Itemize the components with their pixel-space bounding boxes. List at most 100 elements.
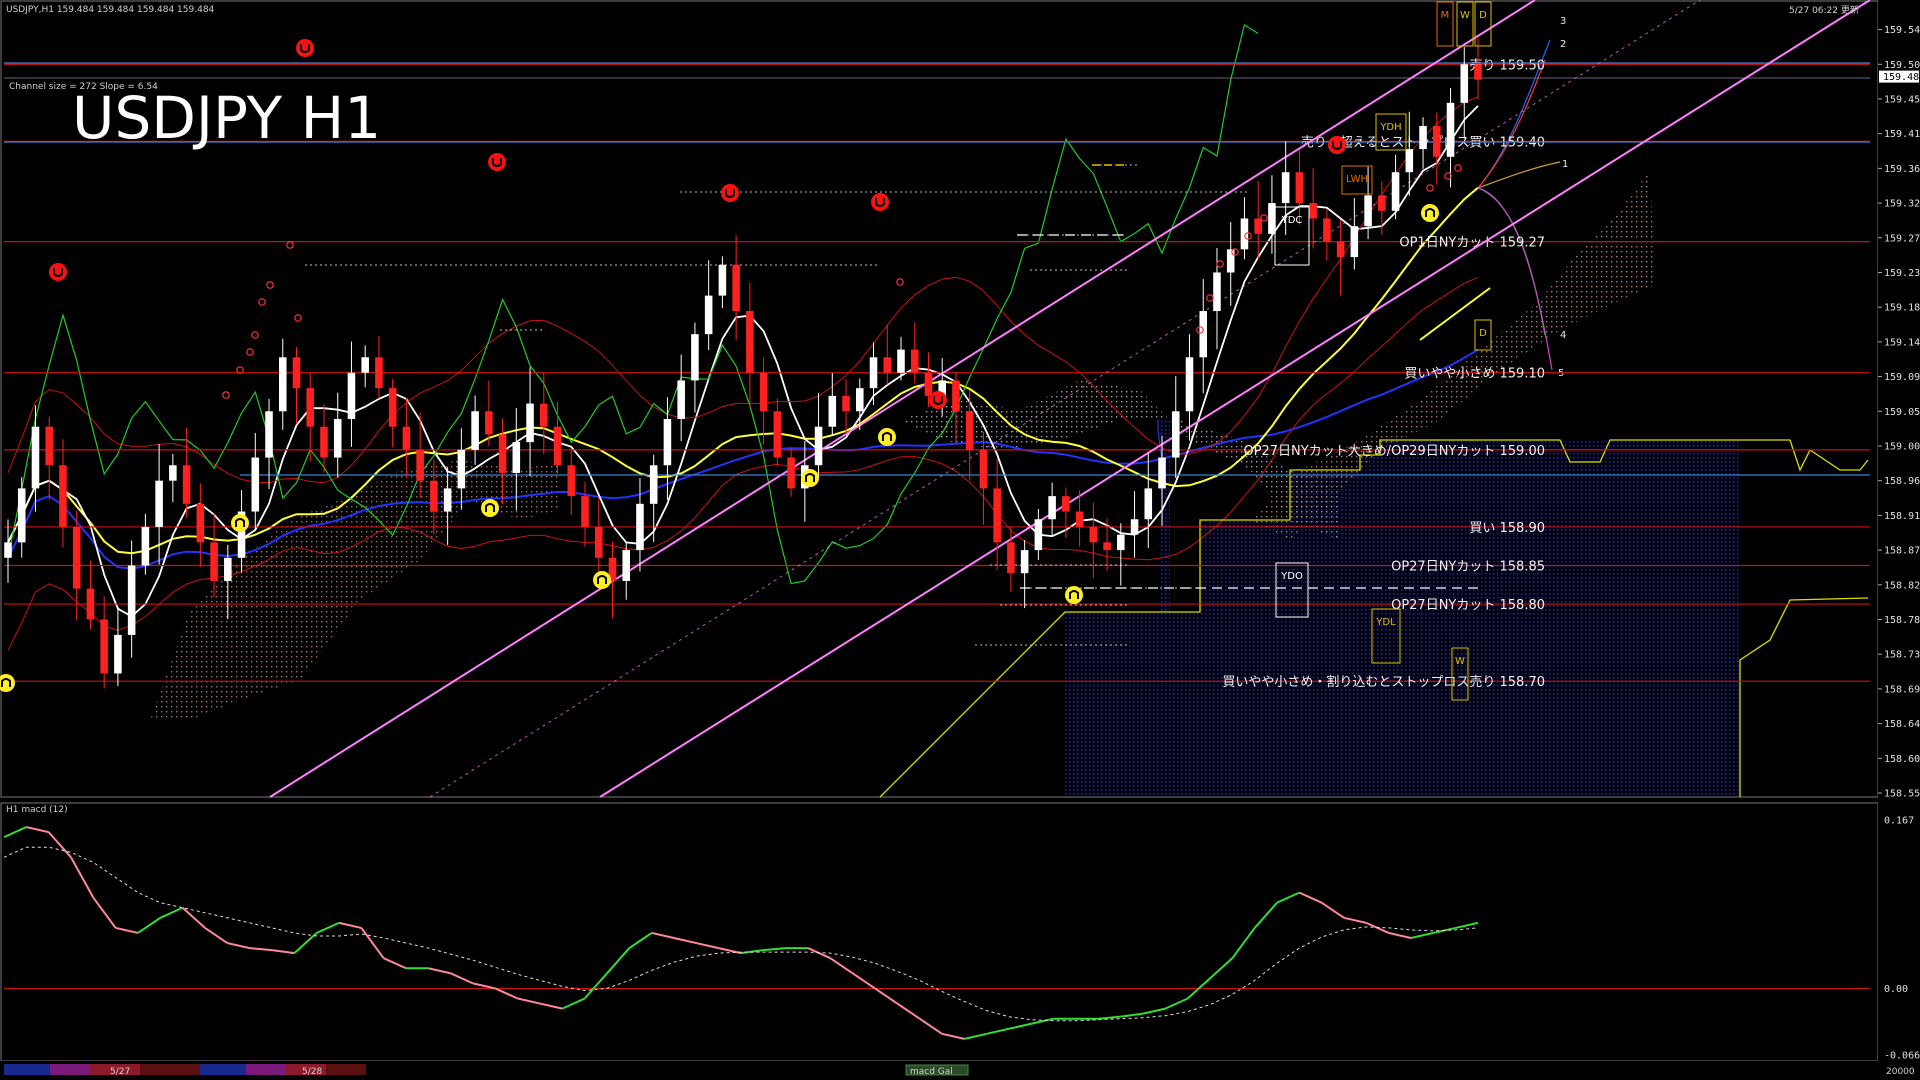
price-tick-label: 158.645 <box>1884 719 1920 730</box>
projection-label-3: 3 <box>1560 16 1566 27</box>
candle-body <box>704 295 713 335</box>
candle-body <box>1075 511 1084 527</box>
candle-body <box>1089 526 1098 543</box>
candle-body <box>952 380 960 412</box>
candle-body <box>1474 64 1482 80</box>
price-tick-label: 159.320 <box>1884 199 1920 210</box>
price-tick-label: 159.050 <box>1884 407 1920 418</box>
level-label-4: OP27日NYカット大きめ/OP29日NYカット 159.00 <box>1243 444 1545 459</box>
macd-tick-label: -0.066 <box>1884 1051 1920 1062</box>
candle-body <box>883 357 892 373</box>
candle-body <box>292 357 301 389</box>
bottom-bar: 5/27 5/28 macd Gal 20000 <box>0 1061 1920 1080</box>
price-tick-label: 159.410 <box>1884 129 1920 140</box>
candle-body <box>1336 241 1345 258</box>
candle-body <box>333 418 342 458</box>
price-tick-label: 158.735 <box>1884 650 1920 661</box>
price-axis-bg <box>1878 1 1919 797</box>
candle-body <box>114 634 122 674</box>
candle-body <box>1117 534 1125 551</box>
candle-body <box>897 349 905 373</box>
candle-body <box>869 357 878 389</box>
candle-body <box>375 357 383 389</box>
price-tick-label: 158.870 <box>1884 546 1920 557</box>
macd-panel <box>0 802 1879 1062</box>
candle-body <box>526 403 534 443</box>
candle-body <box>443 488 452 512</box>
price-tick-label: 158.780 <box>1884 615 1920 626</box>
price-tick-label: 159.275 <box>1884 233 1920 244</box>
box-label-m: M <box>1441 10 1450 21</box>
candle-body <box>828 395 837 427</box>
candle-body <box>1020 550 1029 574</box>
candle-body <box>45 426 53 466</box>
candle-body <box>4 542 12 558</box>
candle-body <box>402 426 411 450</box>
candle-body <box>1295 172 1304 204</box>
buy-signal-mark <box>481 499 499 517</box>
candle-body <box>1281 172 1290 204</box>
candle-body <box>1405 149 1414 173</box>
candle-body <box>965 411 974 450</box>
candle-body <box>485 411 493 435</box>
candle-body <box>814 426 823 466</box>
box-label-ydo: YDO <box>1280 571 1303 582</box>
candle-body <box>1144 488 1153 520</box>
projection-label-2: 2 <box>1560 39 1566 50</box>
candle-body <box>210 542 218 581</box>
price-tick-label: 158.555 <box>1884 789 1920 800</box>
price-tick-label: 158.915 <box>1884 511 1920 522</box>
candle-body <box>141 526 150 566</box>
box-label-w: W <box>1460 10 1470 21</box>
candle-body <box>1446 102 1455 157</box>
date-label-2: 5/28 <box>302 1067 322 1077</box>
candle-body <box>1240 218 1249 250</box>
candle-body <box>169 465 177 481</box>
candle-body <box>636 503 644 551</box>
candle-body <box>306 388 315 427</box>
box-label-d: D <box>1479 10 1487 21</box>
candle-body <box>924 372 933 396</box>
candle-body <box>361 357 369 373</box>
buy-signal-mark <box>878 428 896 446</box>
level-label-7: OP27日NYカット 158.80 <box>1391 598 1545 613</box>
candle-body <box>540 403 548 427</box>
candle-body <box>59 465 67 527</box>
candle-body <box>567 465 576 497</box>
candle-body <box>718 264 727 296</box>
candle-body <box>457 449 466 489</box>
candle-body <box>1391 172 1400 211</box>
candle-body <box>910 349 919 373</box>
sell-signal-mark <box>721 184 739 202</box>
candle-body <box>196 503 205 543</box>
candle-body <box>1130 519 1139 535</box>
candle-body <box>72 526 81 589</box>
candle-body <box>430 480 438 512</box>
level-label-6: OP27日NYカット 158.85 <box>1391 560 1545 575</box>
price-tick-label: 159.455 <box>1884 94 1920 105</box>
candle-body <box>127 565 136 635</box>
box-label-d: D <box>1479 328 1487 339</box>
level-label-2: OP1日NYカット 159.27 <box>1399 236 1545 251</box>
candle-body <box>787 457 795 489</box>
candle-body <box>1199 311 1208 358</box>
level-label-3: 買いやや小さめ 159.10 <box>1404 367 1545 382</box>
price-tick-label: 159.500 <box>1884 60 1920 71</box>
candle-body <box>732 264 740 312</box>
candle-body <box>471 411 479 450</box>
scroll-label: macd Gal <box>910 1067 953 1077</box>
price-tick-label: 159.185 <box>1884 303 1920 314</box>
candle-body <box>416 449 424 481</box>
candle-body <box>1378 195 1386 211</box>
price-tick-label: 158.825 <box>1884 580 1920 591</box>
candle-body <box>1364 195 1372 227</box>
current-price-label: 159.484 <box>1883 72 1920 83</box>
candle-body <box>320 426 328 458</box>
candle-body <box>1323 218 1331 242</box>
candle-body <box>691 334 699 381</box>
box-label-w: W <box>1455 656 1465 667</box>
price-tick-label: 159.230 <box>1884 268 1920 279</box>
candle-body <box>1034 519 1043 551</box>
candle-body <box>1062 496 1070 512</box>
candle-body <box>1254 218 1262 234</box>
